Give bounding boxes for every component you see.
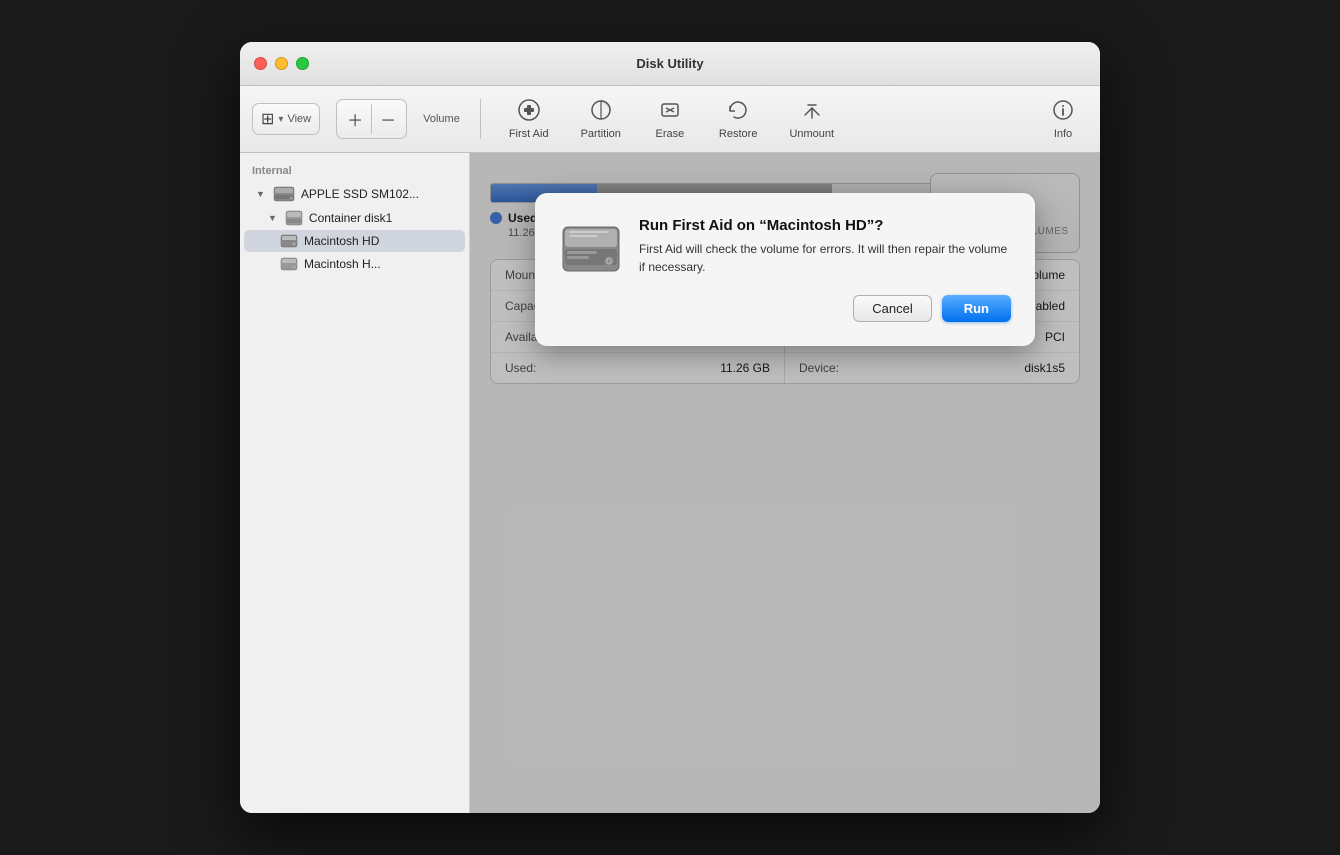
titlebar: Disk Utility (240, 42, 1100, 86)
view-label: View (287, 113, 311, 125)
dialog-overlay: Run First Aid on “Macintosh HD”? First A… (470, 153, 1100, 813)
remove-volume-button[interactable]: － (372, 104, 404, 134)
unmount-button[interactable]: Unmount (781, 94, 842, 144)
sidebar-section-internal: Internal (240, 161, 469, 181)
unmount-icon (800, 98, 824, 126)
window-title: Disk Utility (636, 56, 703, 71)
unmount-label: Unmount (789, 128, 834, 140)
info-button[interactable]: Info (1038, 94, 1088, 144)
dialog-text-area: Run First Aid on “Macintosh HD”? First A… (639, 217, 1011, 276)
info-label: Info (1054, 128, 1072, 140)
restore-icon (726, 98, 750, 126)
sidebar-item-macintosh-hd2[interactable]: Macintosh H... (244, 253, 465, 275)
first-aid-button[interactable]: First Aid (501, 94, 557, 144)
first-aid-dialog: Run First Aid on “Macintosh HD”? First A… (535, 193, 1035, 346)
detail-panel: 1 TB SHARED BY 5 VOLUMES Used 11 (470, 153, 1100, 813)
sidebar-item-macintosh-hd[interactable]: Macintosh HD (244, 230, 465, 252)
partition-label: Partition (581, 128, 621, 140)
dialog-header: Run First Aid on “Macintosh HD”? First A… (559, 217, 1011, 281)
sidebar-item-container[interactable]: ▼ Container disk1 (244, 207, 465, 229)
expand-icon: ▼ (256, 189, 265, 199)
sidebar: Internal ▼ APPLE SSD SM102... ▼ (240, 153, 470, 813)
restore-label: Restore (719, 128, 758, 140)
view-button[interactable]: ⊞ ▾ View (252, 103, 320, 135)
volume-icon (280, 256, 298, 272)
maximize-button[interactable] (296, 57, 309, 70)
erase-icon (658, 98, 682, 126)
partition-icon (589, 98, 613, 126)
volume-label: Volume (423, 113, 460, 125)
expand-icon: ▼ (268, 213, 277, 223)
close-button[interactable] (254, 57, 267, 70)
disk-icon (273, 185, 295, 203)
macintosh-hd2-label: Macintosh H... (304, 257, 381, 271)
erase-button[interactable]: Erase (645, 94, 695, 144)
volume-button-group: ＋ － (336, 99, 407, 139)
dialog-buttons: Cancel Run (559, 295, 1011, 322)
main-content: Internal ▼ APPLE SSD SM102... ▼ (240, 153, 1100, 813)
restore-button[interactable]: Restore (711, 94, 766, 144)
disk-utility-window: Disk Utility ⊞ ▾ View ＋ － Volume Firs (240, 42, 1100, 813)
dialog-body: First Aid will check the volume for erro… (639, 240, 1011, 276)
traffic-lights (254, 57, 309, 70)
first-aid-label: First Aid (509, 128, 549, 140)
partition-button[interactable]: Partition (573, 94, 629, 144)
erase-label: Erase (656, 128, 685, 140)
info-icon (1051, 98, 1075, 126)
chevron-icon: ▾ (278, 114, 283, 125)
first-aid-icon (517, 98, 541, 126)
sidebar-icon: ⊞ (261, 109, 274, 129)
run-button[interactable]: Run (942, 295, 1011, 322)
sidebar-item-ssd[interactable]: ▼ APPLE SSD SM102... (244, 182, 465, 206)
dialog-disk-icon (559, 217, 623, 281)
minimize-button[interactable] (275, 57, 288, 70)
add-volume-button[interactable]: ＋ (339, 104, 372, 134)
toolbar-separator (480, 99, 481, 139)
container-icon (285, 210, 303, 226)
dialog-title: Run First Aid on “Macintosh HD”? (639, 217, 1011, 234)
macintosh-hd-label: Macintosh HD (304, 234, 379, 248)
ssd-label: APPLE SSD SM102... (301, 187, 419, 201)
cancel-button[interactable]: Cancel (853, 295, 931, 322)
container-label: Container disk1 (309, 211, 392, 225)
volume-icon (280, 233, 298, 249)
toolbar: ⊞ ▾ View ＋ － Volume First Aid (240, 86, 1100, 153)
